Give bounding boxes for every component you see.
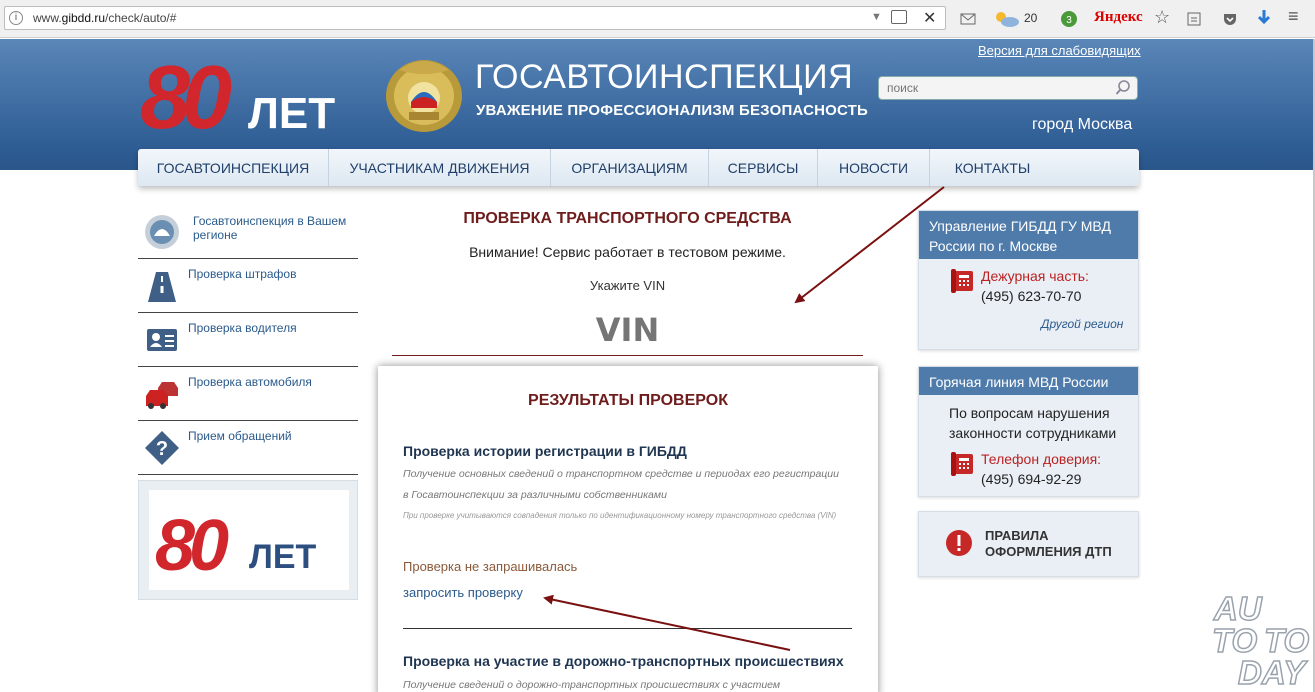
svg-text:?: ? xyxy=(156,438,168,460)
menu-icon[interactable]: ≡ xyxy=(1288,6,1299,27)
close-icon[interactable]: ✕ xyxy=(923,8,936,28)
hotline-title: Горячая линия МВД России xyxy=(919,367,1138,395)
browser-toolbar: i www.gibdd.ru/check/auto/# ▼ ✕ 20 3 Янд… xyxy=(0,0,1315,38)
80-years-logo[interactable]: 80 ЛЕТ xyxy=(140,58,370,134)
duty-label: Дежурная часть: xyxy=(981,268,1089,284)
other-region-link[interactable]: Другой регион xyxy=(1041,317,1123,331)
sidebar-item-label: Проверка автомобиля xyxy=(188,375,312,389)
download-icon[interactable] xyxy=(1256,9,1272,27)
sidebar-item-label: Прием обращений xyxy=(188,429,292,443)
hotline-text: По вопросам нарушения законности сотрудн… xyxy=(949,405,1117,441)
sidebar-item-driver[interactable]: Проверка водителя xyxy=(138,313,358,367)
nav-item-news[interactable]: НОВОСТИ xyxy=(818,149,930,186)
duty-phone: (495) 623-70-70 xyxy=(981,288,1082,304)
site-title: ГОСАВТОИНСПЕКЦИЯ xyxy=(475,58,854,96)
hotline-box: Горячая линия МВД России По вопросам нар… xyxy=(918,366,1139,497)
sidebar-item-vehicle[interactable]: Проверка автомобиля xyxy=(138,367,358,421)
registration-history-title: Проверка истории регистрации в ГИБДД xyxy=(403,443,687,459)
main-navigation: ГОСАВТОИНСПЕКЦИЯ УЧАСТНИКАМ ДВИЖЕНИЯ ОРГ… xyxy=(138,149,1139,186)
accident-rules-label: ПРАВИЛА ОФОРМЛЕНИЯ ДТП xyxy=(985,528,1112,559)
logo-number: 80 xyxy=(140,58,232,134)
alert-icon xyxy=(946,530,972,556)
banner-number: 80 xyxy=(155,506,229,586)
sidebar-item-appeals[interactable]: ? Прием обращений xyxy=(138,421,358,475)
ext-badge-text: 3 xyxy=(1066,15,1072,26)
nav-item-services[interactable]: СЕРВИСЫ xyxy=(709,149,818,186)
clipboard-icon[interactable] xyxy=(1186,11,1202,27)
id-card-icon xyxy=(147,329,177,351)
city-selector[interactable]: город Москва xyxy=(1032,116,1132,134)
autotoday-watermark: AU TO TO DAY xyxy=(1211,589,1312,692)
gibdd-emblem-icon xyxy=(386,60,462,132)
question-icon: ? xyxy=(145,431,179,465)
address-bar[interactable]: i www.gibdd.ru/check/auto/# ▼ ✕ xyxy=(4,6,946,30)
phone-icon xyxy=(951,452,973,476)
accident-check-title: Проверка на участие в дорожно-транспортн… xyxy=(403,653,844,669)
nav-item-organizations[interactable]: ОРГАНИЗАЦИЯМ xyxy=(551,149,709,186)
phone-icon xyxy=(951,269,973,293)
mail-icon[interactable] xyxy=(960,12,976,26)
vin-label: Укажите VIN xyxy=(589,278,666,293)
nav-item-participants[interactable]: УЧАСТНИКАМ ДВИЖЕНИЯ xyxy=(329,149,551,186)
emblem-icon xyxy=(145,215,179,249)
nav-item-gosavtoinspekciya[interactable]: ГОСАВТОИНСПЕКЦИЯ xyxy=(138,149,329,186)
trust-phone: (495) 694-92-29 xyxy=(981,471,1082,487)
site-subtitle: УВАЖЕНИЕ ПРОФЕССИОНАЛИЗМ БЕЗОПАСНОСТЬ xyxy=(476,102,869,119)
request-check-link[interactable]: запросить проверку xyxy=(403,585,523,600)
extension-icon[interactable]: 3 xyxy=(1060,10,1078,28)
logo-word: ЛЕТ xyxy=(248,89,335,134)
accessibility-link[interactable]: Версия для слабовидящих xyxy=(978,43,1141,58)
accident-check-desc: Получение сведений о дорожно-транспортны… xyxy=(403,679,781,691)
sidebar-item-label: Госавтоинспекция в Вашем регионе xyxy=(193,214,347,242)
sidebar-item-region[interactable]: Госавтоинспекция в Вашем регионе xyxy=(138,205,358,259)
banner-word: ЛЕТ xyxy=(249,538,317,576)
search-box[interactable] xyxy=(878,76,1138,100)
results-panel: РЕЗУЛЬТАТЫ ПРОВЕРОК Проверка истории рег… xyxy=(378,366,878,692)
registration-history-note: При проверке учитываются совпадения толь… xyxy=(403,511,837,520)
sidebar-item-label: Проверка водителя xyxy=(188,321,297,335)
yandex-logo[interactable]: Яндекс xyxy=(1094,9,1143,26)
moscow-gibdd-title: Управление ГИБДД ГУ МВД России по г. Мос… xyxy=(919,211,1138,259)
dropdown-arrow-icon[interactable]: ▼ xyxy=(871,11,882,23)
test-mode-notice: Внимание! Сервис работает в тестовом реж… xyxy=(469,244,786,260)
weather-temperature: 20 xyxy=(1024,11,1038,25)
road-icon xyxy=(148,272,176,302)
banner-80-logo: 80 ЛЕТ xyxy=(155,506,317,586)
search-icon[interactable] xyxy=(1115,80,1131,96)
watermark-line4: DAY xyxy=(1237,653,1306,692)
star-icon[interactable]: ☆ xyxy=(1154,7,1170,28)
info-icon[interactable]: i xyxy=(9,11,23,25)
page-title: ПРОВЕРКА ТРАНСПОРТНОГО СРЕДСТВА xyxy=(463,210,792,227)
url-text[interactable]: www.gibdd.ru/check/auto/# xyxy=(33,11,176,25)
results-title: РЕЗУЛЬТАТЫ ПРОВЕРОК xyxy=(528,392,728,409)
search-input[interactable] xyxy=(887,80,1107,96)
nav-item-contacts[interactable]: КОНТАКТЫ xyxy=(930,149,1055,186)
pocket-icon[interactable] xyxy=(1222,11,1238,27)
accident-rules-button[interactable]: ПРАВИЛА ОФОРМЛЕНИЯ ДТП xyxy=(918,511,1139,577)
section-divider xyxy=(403,628,852,629)
sidebar-80-years-banner[interactable]: 80 ЛЕТ xyxy=(138,480,358,600)
vin-input[interactable] xyxy=(392,304,863,356)
weather-icon[interactable] xyxy=(992,9,1020,29)
sidebar-item-label: Проверка штрафов xyxy=(188,267,297,281)
check-status: Проверка не запрашивалась xyxy=(403,559,578,574)
reader-view-icon[interactable] xyxy=(891,10,907,24)
left-sidebar: Госавтоинспекция в Вашем регионе Проверк… xyxy=(138,205,358,475)
sidebar-item-fines[interactable]: Проверка штрафов xyxy=(138,259,358,313)
registration-history-desc: Получение основных сведений о транспортн… xyxy=(403,468,839,501)
trust-phone-label: Телефон доверия: xyxy=(981,451,1102,467)
cars-icon xyxy=(146,382,178,409)
moscow-gibdd-box: Управление ГИБДД ГУ МВД России по г. Мос… xyxy=(918,210,1139,350)
